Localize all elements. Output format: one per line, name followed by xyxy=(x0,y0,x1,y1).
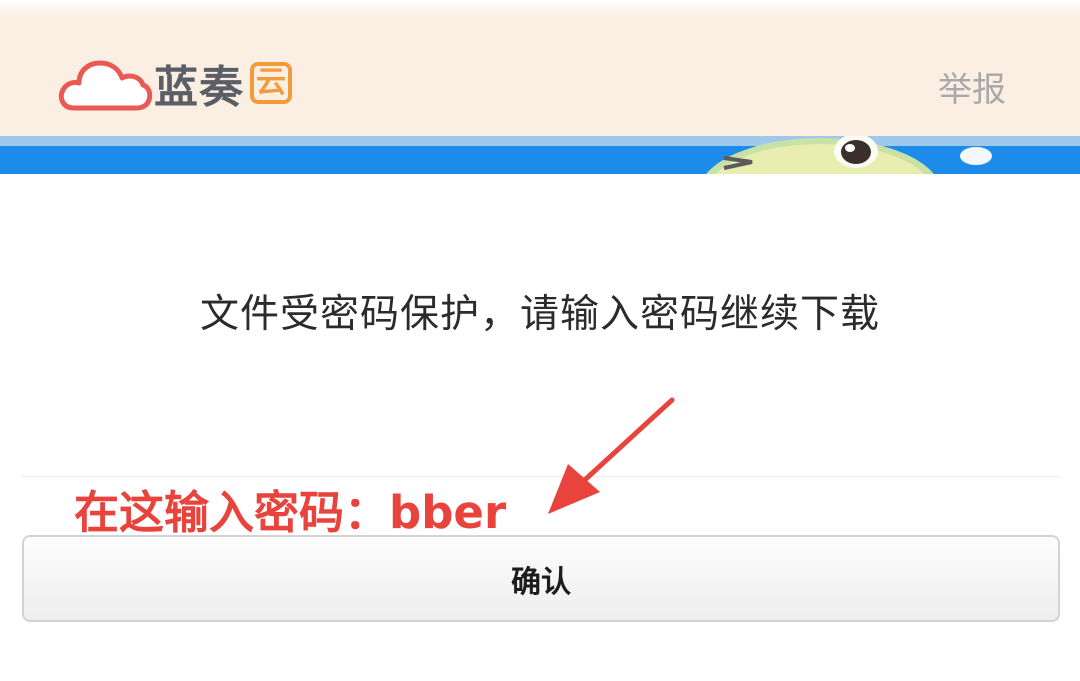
header-top-shadow xyxy=(0,0,1080,16)
confirm-button[interactable]: 确认 xyxy=(22,535,1060,622)
logo-badge: 云 xyxy=(250,62,292,104)
password-prompt: 文件受密码保护，请输入密码继续下载 xyxy=(199,292,880,337)
logo-text: 蓝奏 xyxy=(154,62,244,113)
annotation-text: 在这输入密码：bber xyxy=(74,486,507,539)
cloud-icon xyxy=(58,60,152,111)
arrow-icon xyxy=(548,397,675,514)
logo[interactable]: 蓝奏 云 xyxy=(56,52,292,114)
banner xyxy=(0,136,1080,174)
page: 蓝奏 云 举报 文件受密码保护，请输入密码继续下载 在这输入密码：bber 确认 xyxy=(0,0,1080,681)
mascot-face-icon xyxy=(706,136,992,174)
confirm-button-label: 确认 xyxy=(511,564,571,600)
report-link[interactable]: 举报 xyxy=(938,62,1006,111)
header-bar: 蓝奏 云 举报 xyxy=(0,0,1080,136)
